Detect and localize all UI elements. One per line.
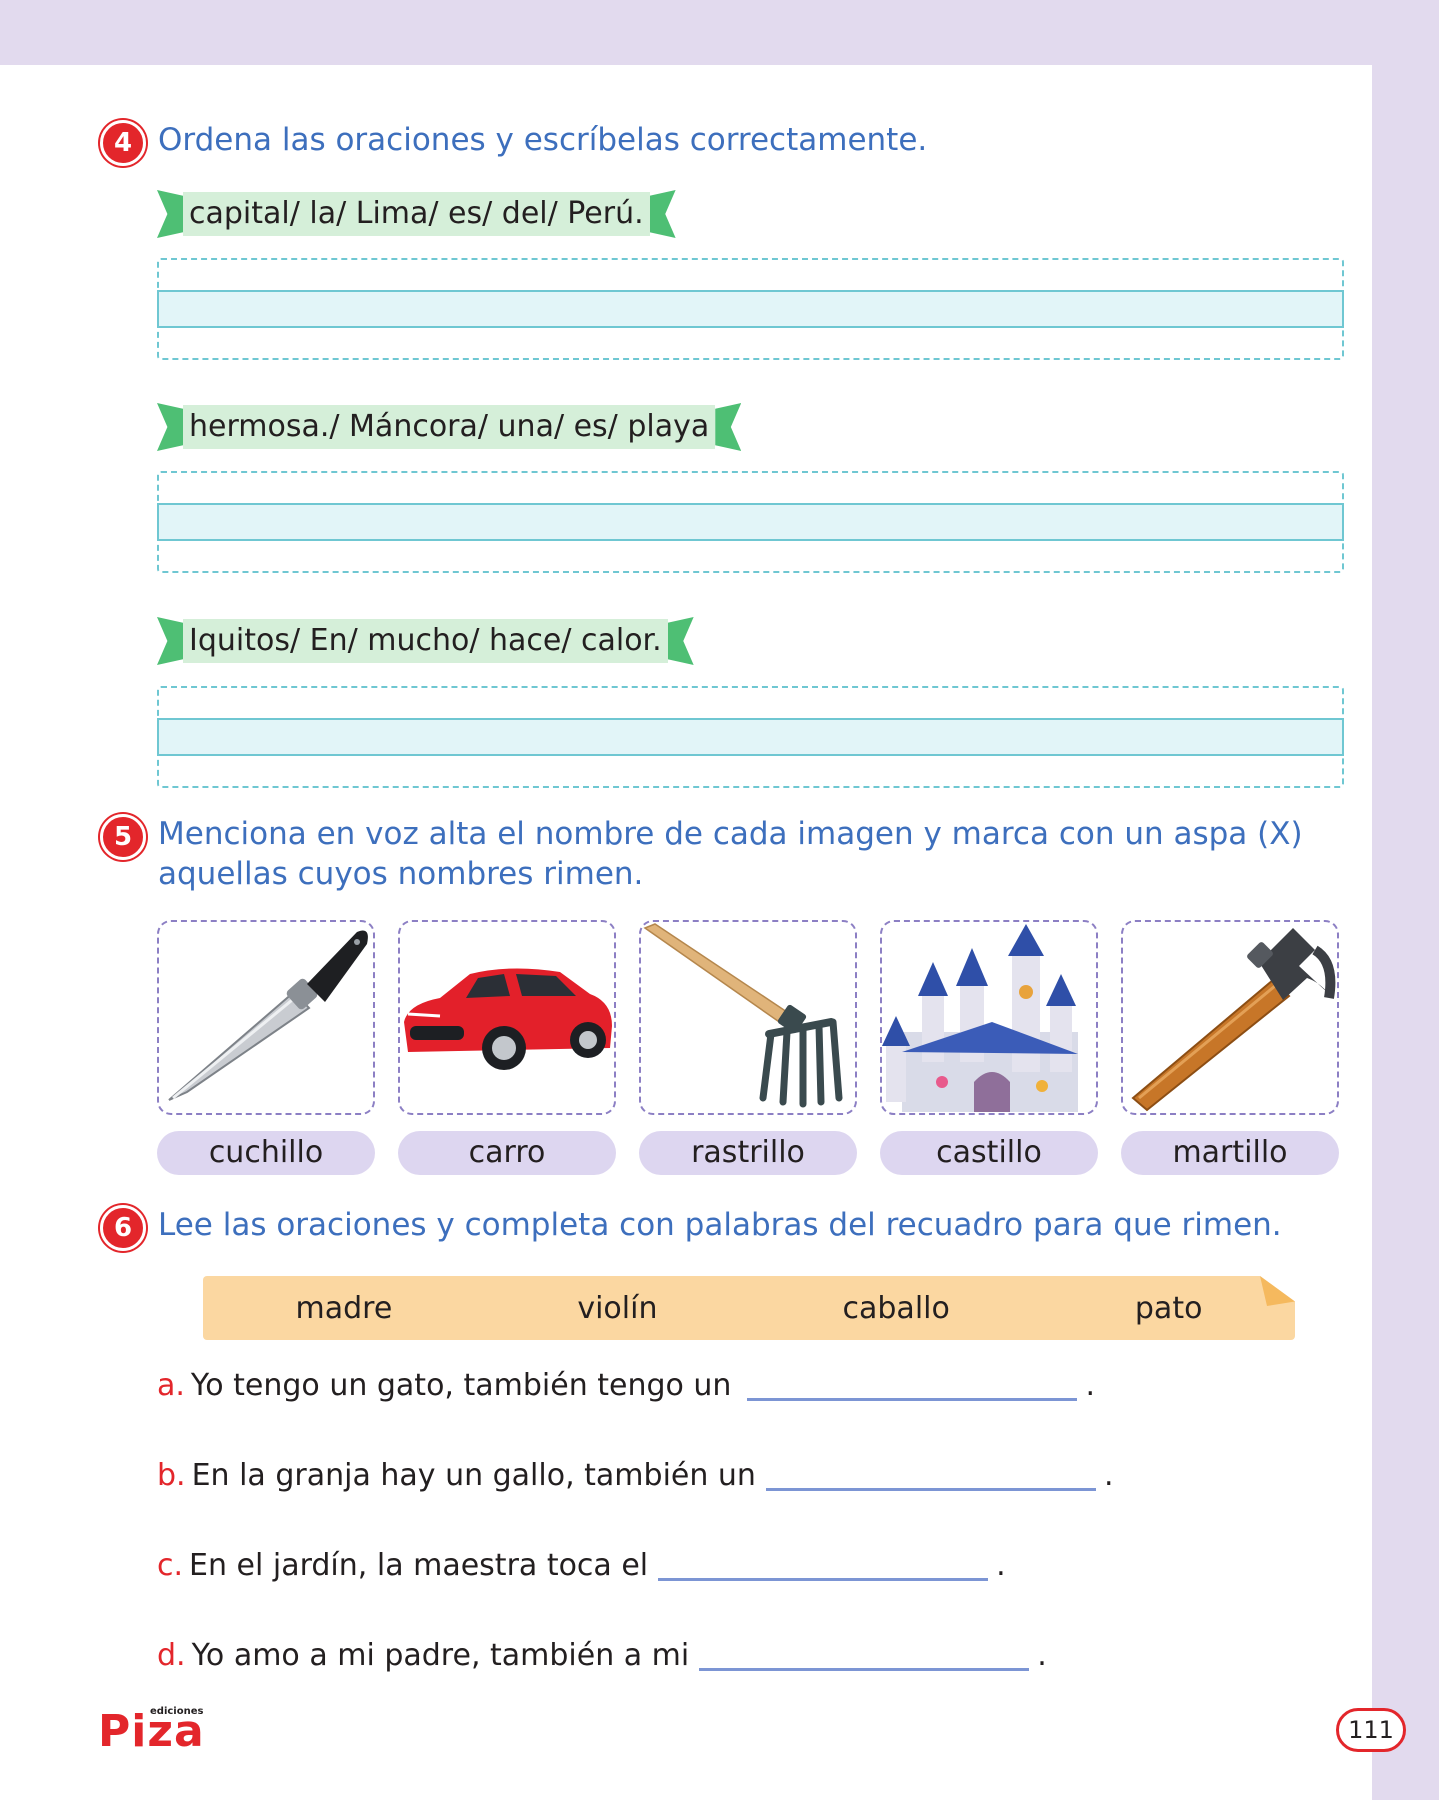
page-number: 111 (1336, 1708, 1406, 1752)
picture-label: martillo (1121, 1131, 1339, 1175)
picture-label: rastrillo (639, 1131, 857, 1175)
answer-blank[interactable] (765, 1459, 1096, 1491)
word-bank-word: madre (295, 1290, 393, 1326)
sentence-text: En la granja hay un gallo, también un (191, 1458, 756, 1493)
sentence-text: Yo tengo un gato, también tengo un (190, 1368, 732, 1403)
completion-sentence: b. En la granja hay un gallo, también un… (157, 1458, 1114, 1493)
scrambled-sentence: capital/ la/ Lima/ es/ del/ Perú. (183, 192, 650, 236)
answer-box[interactable] (157, 686, 1344, 788)
sentence-letter: d. (157, 1638, 186, 1673)
answer-line[interactable] (157, 718, 1344, 756)
scrambled-sentence-ribbon: hermosa./ Máncora/ una/ es/ playa (157, 403, 742, 451)
answer-line[interactable] (157, 290, 1344, 328)
answer-box[interactable] (157, 258, 1344, 360)
picture-label: carro (398, 1131, 616, 1175)
answer-line[interactable] (157, 503, 1344, 541)
picture-card-car[interactable] (398, 920, 616, 1115)
picture-card-castle[interactable] (880, 920, 1098, 1115)
exercise-instruction: Ordena las oraciones y escríbelas correc… (158, 122, 928, 158)
car-icon (404, 968, 612, 1070)
scrambled-sentence: hermosa./ Máncora/ una/ es/ playa (183, 405, 716, 449)
ribbon-left-tail (157, 190, 183, 238)
knife-icon (168, 930, 368, 1101)
ribbon-left-tail (157, 617, 183, 665)
answer-blank[interactable] (699, 1639, 1030, 1671)
word-bank: madre violín caballo pato (203, 1276, 1295, 1340)
sentence-end-mark: . (1037, 1638, 1047, 1673)
exercise-5-header: 5 Menciona en voz alta el nombre de cada… (100, 814, 1303, 894)
exercise-number-badge: 4 (100, 120, 146, 166)
ribbon-right-tail (667, 617, 694, 665)
sentence-letter: a. (157, 1368, 185, 1403)
hammer-icon (1131, 928, 1336, 1112)
completion-sentence: c. En el jardín, la maestra toca el . (157, 1548, 1006, 1583)
sentence-end-mark: . (996, 1548, 1006, 1583)
picture-label: cuchillo (157, 1131, 375, 1175)
publisher-logo-subtitle: ediciones (150, 1706, 204, 1717)
word-bank-word: pato (1134, 1290, 1203, 1326)
instruction-line-2: aquellas cuyos nombres rimen. (158, 856, 644, 892)
exercise-4-header: 4 Ordena las oraciones y escríbelas corr… (100, 120, 927, 166)
exercise-6-header: 6 Lee las oraciones y completa con palab… (100, 1205, 1282, 1251)
top-band (0, 0, 1439, 65)
instruction-line-1: Menciona en voz alta el nombre de cada i… (158, 816, 1303, 852)
sentence-end-mark: . (1103, 1458, 1114, 1493)
sentence-text: En el jardín, la maestra toca el (189, 1548, 649, 1583)
sentence-end-mark: . (1085, 1368, 1095, 1403)
castle-icon (882, 924, 1078, 1112)
ribbon-left-tail (157, 403, 183, 451)
exercise-number-badge: 5 (100, 814, 146, 860)
ribbon-right-tail (715, 403, 742, 451)
answer-box[interactable] (157, 471, 1344, 573)
side-band (1372, 0, 1439, 1800)
sentence-letter: c. (157, 1548, 184, 1583)
scrambled-sentence-ribbon: capital/ la/ Lima/ es/ del/ Perú. (157, 190, 676, 238)
sentence-letter: b. (157, 1458, 186, 1493)
exercise-instruction: Menciona en voz alta el nombre de cada i… (158, 814, 1303, 894)
scrambled-sentence: Iquitos/ En/ mucho/ hace/ calor. (183, 619, 668, 663)
word-bank-word: caballo (842, 1290, 950, 1326)
exercise-instruction: Lee las oraciones y completa con palabra… (158, 1207, 1282, 1243)
picture-label: castillo (880, 1131, 1098, 1175)
exercise-number-badge: 6 (100, 1205, 146, 1251)
scrambled-sentence-ribbon: Iquitos/ En/ mucho/ hace/ calor. (157, 617, 694, 665)
picture-card-knife[interactable] (157, 920, 375, 1115)
ribbon-right-tail (649, 190, 676, 238)
word-bank-word: violín (577, 1290, 658, 1326)
sentence-text: Yo amo a mi padre, también a mi (191, 1638, 690, 1673)
completion-sentence: d. Yo amo a mi padre, también a mi . (157, 1638, 1047, 1673)
completion-sentence: a. Yo tengo un gato, también tengo un . (157, 1368, 1095, 1403)
answer-blank[interactable] (658, 1549, 989, 1581)
rake-icon (643, 923, 843, 1108)
answer-blank[interactable] (747, 1369, 1078, 1401)
picture-card-hammer[interactable] (1121, 920, 1339, 1115)
picture-card-rake[interactable] (639, 920, 857, 1115)
